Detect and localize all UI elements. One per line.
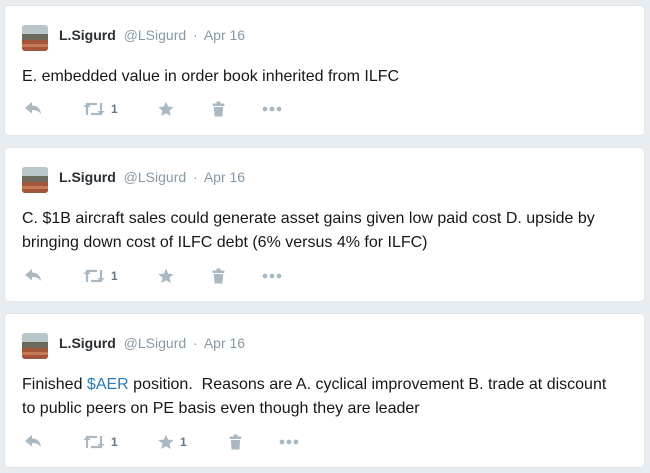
author-name[interactable]: L.Sigurd [59,27,116,43]
retweet-count: 1 [111,435,118,449]
like-star-icon [158,434,174,449]
delete-button[interactable] [212,97,225,121]
like-button[interactable] [158,264,180,288]
retweet-button[interactable]: 1 [83,430,118,454]
like-count: 1 [180,435,187,449]
retweet-icon [83,102,105,116]
avatar[interactable] [22,333,48,359]
cashtag-link[interactable]: $AER [87,376,129,393]
retweet-button[interactable]: 1 [83,264,118,288]
more-button[interactable] [262,97,282,121]
more-button[interactable] [279,430,299,454]
reply-icon [25,435,41,447]
delete-button[interactable] [229,430,242,454]
tweet-date[interactable]: Apr 16 [204,169,245,185]
tweet-text: E. embedded value in order book inherite… [22,68,400,85]
author-name[interactable]: L.Sigurd [59,169,116,185]
more-icon [279,439,299,445]
reply-icon [25,269,41,281]
author-handle[interactable]: @LSigurd [124,335,186,351]
separator-dot: · [193,27,198,43]
like-star-icon [158,101,174,116]
tweet-header: L.Sigurd @LSigurd · Apr 16 [59,334,245,352]
tweet-text-part: Finished [22,376,87,393]
like-button[interactable]: 1 [158,430,187,454]
avatar[interactable] [22,25,48,51]
more-icon [262,273,282,279]
trash-icon [212,268,225,284]
tweet-text: Finished $AER position. Reasons are A. c… [22,373,622,421]
retweet-icon [83,435,105,449]
retweet-button[interactable]: 1 [83,97,118,121]
trash-icon [212,101,225,117]
tweet-text: C. $1B aircraft sales could generate ass… [22,210,595,251]
author-handle[interactable]: @LSigurd [124,169,186,185]
reply-button[interactable] [24,264,42,288]
author-name[interactable]: L.Sigurd [59,335,116,351]
trash-icon [229,434,242,450]
tweet-date[interactable]: Apr 16 [204,335,245,351]
tweet-header: L.Sigurd @LSigurd · Apr 16 [59,168,245,186]
reply-button[interactable] [24,430,42,454]
retweet-count: 1 [111,269,118,283]
avatar[interactable] [22,167,48,193]
retweet-icon [83,269,105,283]
separator-dot: · [193,335,198,351]
retweet-count: 1 [111,102,118,116]
like-star-icon [158,268,174,283]
tweet-card[interactable]: L.Sigurd @LSigurd · Apr 16 Finished $AER… [4,313,645,468]
delete-button[interactable] [212,264,225,288]
like-button[interactable] [158,97,180,121]
separator-dot: · [193,169,198,185]
author-handle[interactable]: @LSigurd [124,27,186,43]
more-icon [262,106,282,112]
tweet-card[interactable]: L.Sigurd @LSigurd · Apr 16 C. $1B aircra… [4,147,645,302]
tweet-date[interactable]: Apr 16 [204,27,245,43]
reply-button[interactable] [24,97,42,121]
tweet-card[interactable]: L.Sigurd @LSigurd · Apr 16 E. embedded v… [4,5,645,136]
tweet-header: L.Sigurd @LSigurd · Apr 16 [59,26,245,44]
reply-icon [25,102,41,114]
more-button[interactable] [262,264,282,288]
